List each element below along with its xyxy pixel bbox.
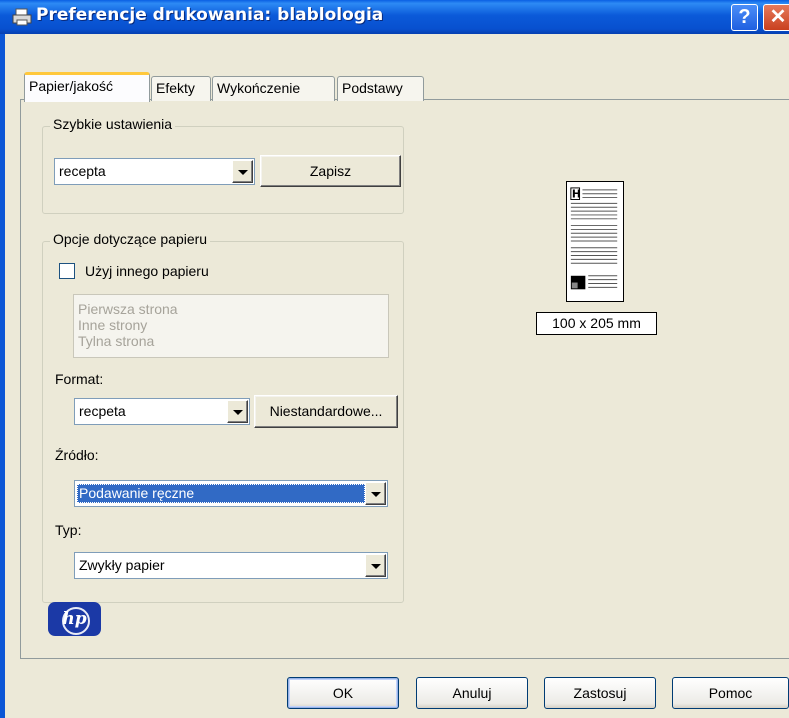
quick-settings-value: recepta (59, 163, 106, 179)
source-label: Źródło: (55, 447, 99, 463)
chevron-down-icon[interactable] (232, 160, 253, 183)
tab-paper-quality[interactable]: Papier/jakość (24, 72, 150, 102)
source-combo[interactable]: Podawanie ręczne (74, 480, 388, 507)
tab-effects[interactable]: Efekty (151, 76, 211, 101)
type-label: Typ: (55, 522, 82, 538)
hp-logo: hp (48, 602, 101, 636)
chevron-down-icon[interactable] (365, 554, 386, 577)
close-icon: ✕ (769, 6, 787, 28)
hp-logo-text: hp (62, 609, 87, 629)
save-button[interactable]: Zapisz (260, 155, 401, 187)
paper-size-label: 100 x 205 mm (536, 312, 657, 335)
tab-finishing[interactable]: Wykończenie (212, 76, 335, 101)
pages-list: Pierwsza strona Inne strony Tylna strona (73, 294, 389, 358)
tab-basics[interactable]: Podstawy (337, 76, 424, 101)
type-combo[interactable]: Zwykły papier (74, 552, 388, 579)
quick-settings-legend: Szybkie ustawienia (50, 116, 176, 132)
format-label: Format: (55, 371, 104, 387)
print-preferences-dialog: Preferencje drukowania: blablologia ? ✕ … (0, 0, 789, 718)
list-item: Inne strony (78, 317, 148, 333)
source-value: Podawanie ręczne (77, 484, 365, 503)
close-button[interactable]: ✕ (763, 4, 789, 31)
help-title-button[interactable]: ? (731, 4, 758, 31)
title-bar[interactable]: Preferencje drukowania: blablologia ? ✕ (0, 0, 789, 34)
format-combo[interactable]: recpeta (74, 398, 250, 425)
window-title: Preferencje drukowania: blablologia (36, 5, 384, 25)
cancel-button[interactable]: Anuluj (416, 677, 528, 709)
custom-size-button[interactable]: Niestandardowe... (254, 395, 398, 428)
help-button[interactable]: Pomoc (672, 677, 789, 709)
chevron-down-icon[interactable] (365, 482, 386, 505)
type-value: Zwykły papier (79, 557, 165, 573)
preview-text-lines (570, 189, 618, 288)
preview-image-shade (571, 282, 578, 289)
use-other-paper-checkbox[interactable] (59, 263, 75, 279)
preview-header-glyph: H (572, 188, 581, 201)
window-frame-left (0, 34, 5, 718)
quick-settings-combo[interactable]: recepta (54, 158, 255, 185)
page-preview: H (566, 181, 624, 302)
format-value: recpeta (79, 403, 126, 419)
apply-button[interactable]: Zastosuj (544, 677, 656, 709)
ok-button[interactable]: OK (287, 677, 399, 709)
printer-icon (12, 8, 32, 26)
paper-options-legend: Opcje dotyczące papieru (50, 231, 211, 247)
chevron-down-icon[interactable] (227, 400, 248, 423)
list-item: Tylna strona (78, 333, 155, 349)
list-item: Pierwsza strona (78, 301, 178, 317)
use-other-paper-label: Użyj innego papieru (85, 263, 209, 279)
